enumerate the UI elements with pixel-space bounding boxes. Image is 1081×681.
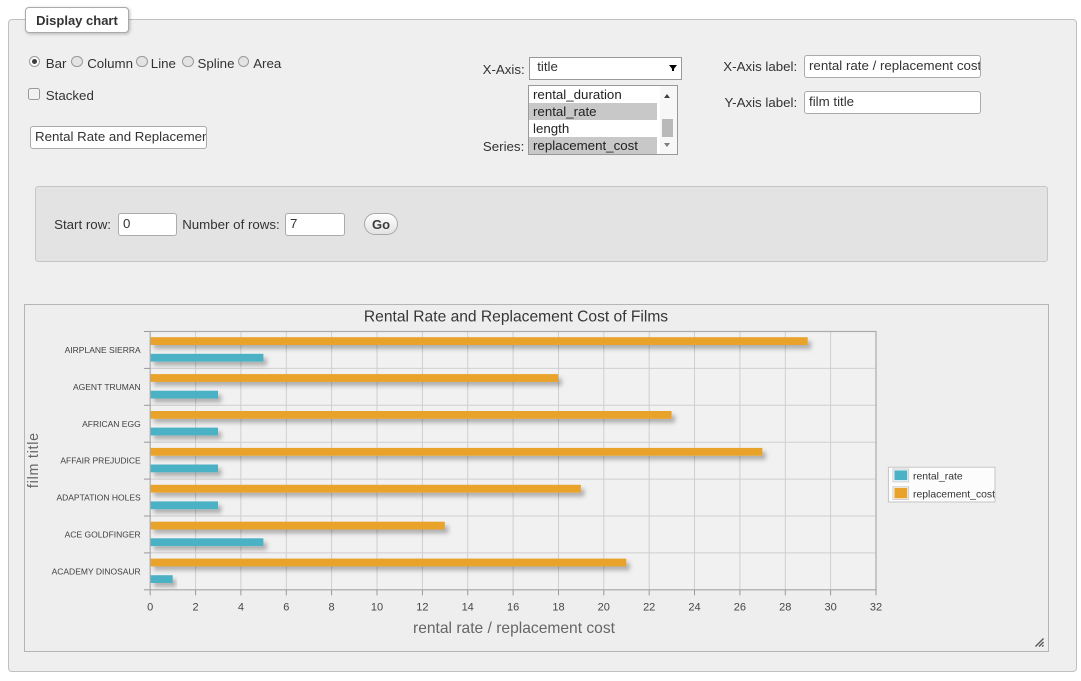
svg-text:8: 8 <box>329 602 335 614</box>
svg-text:6: 6 <box>283 602 289 614</box>
svg-text:14: 14 <box>462 602 474 614</box>
svg-text:ACE GOLDFINGER: ACE GOLDFINGER <box>65 530 141 540</box>
svg-text:30: 30 <box>825 602 837 614</box>
svg-text:rental rate / replacement cost: rental rate / replacement cost <box>413 620 616 637</box>
svg-text:0: 0 <box>147 602 153 614</box>
svg-text:12: 12 <box>416 602 428 614</box>
svg-text:AFRICAN EGG: AFRICAN EGG <box>82 419 141 429</box>
svg-text:AGENT TRUMAN: AGENT TRUMAN <box>73 382 141 392</box>
svg-text:4: 4 <box>238 602 244 614</box>
svg-text:Rental Rate and Replacement Co: Rental Rate and Replacement Cost of Film… <box>364 309 668 326</box>
svg-text:10: 10 <box>371 602 383 614</box>
svg-text:AFFAIR PREJUDICE: AFFAIR PREJUDICE <box>61 456 142 466</box>
svg-text:ACADEMY DINOSAUR: ACADEMY DINOSAUR <box>52 567 141 577</box>
svg-text:20: 20 <box>598 602 610 614</box>
svg-text:32: 32 <box>870 602 882 614</box>
svg-text:26: 26 <box>734 602 746 614</box>
svg-text:ADAPTATION HOLES: ADAPTATION HOLES <box>57 493 142 503</box>
svg-text:film title: film title <box>26 432 42 488</box>
svg-text:replacement_cost: replacement_cost <box>913 490 995 501</box>
svg-text:28: 28 <box>779 602 791 614</box>
svg-text:rental_rate: rental_rate <box>913 472 963 483</box>
svg-text:22: 22 <box>643 602 655 614</box>
svg-text:2: 2 <box>193 602 199 614</box>
svg-text:18: 18 <box>553 602 565 614</box>
svg-text:AIRPLANE SIERRA: AIRPLANE SIERRA <box>65 345 141 355</box>
svg-text:16: 16 <box>507 602 519 614</box>
svg-text:24: 24 <box>689 602 701 614</box>
